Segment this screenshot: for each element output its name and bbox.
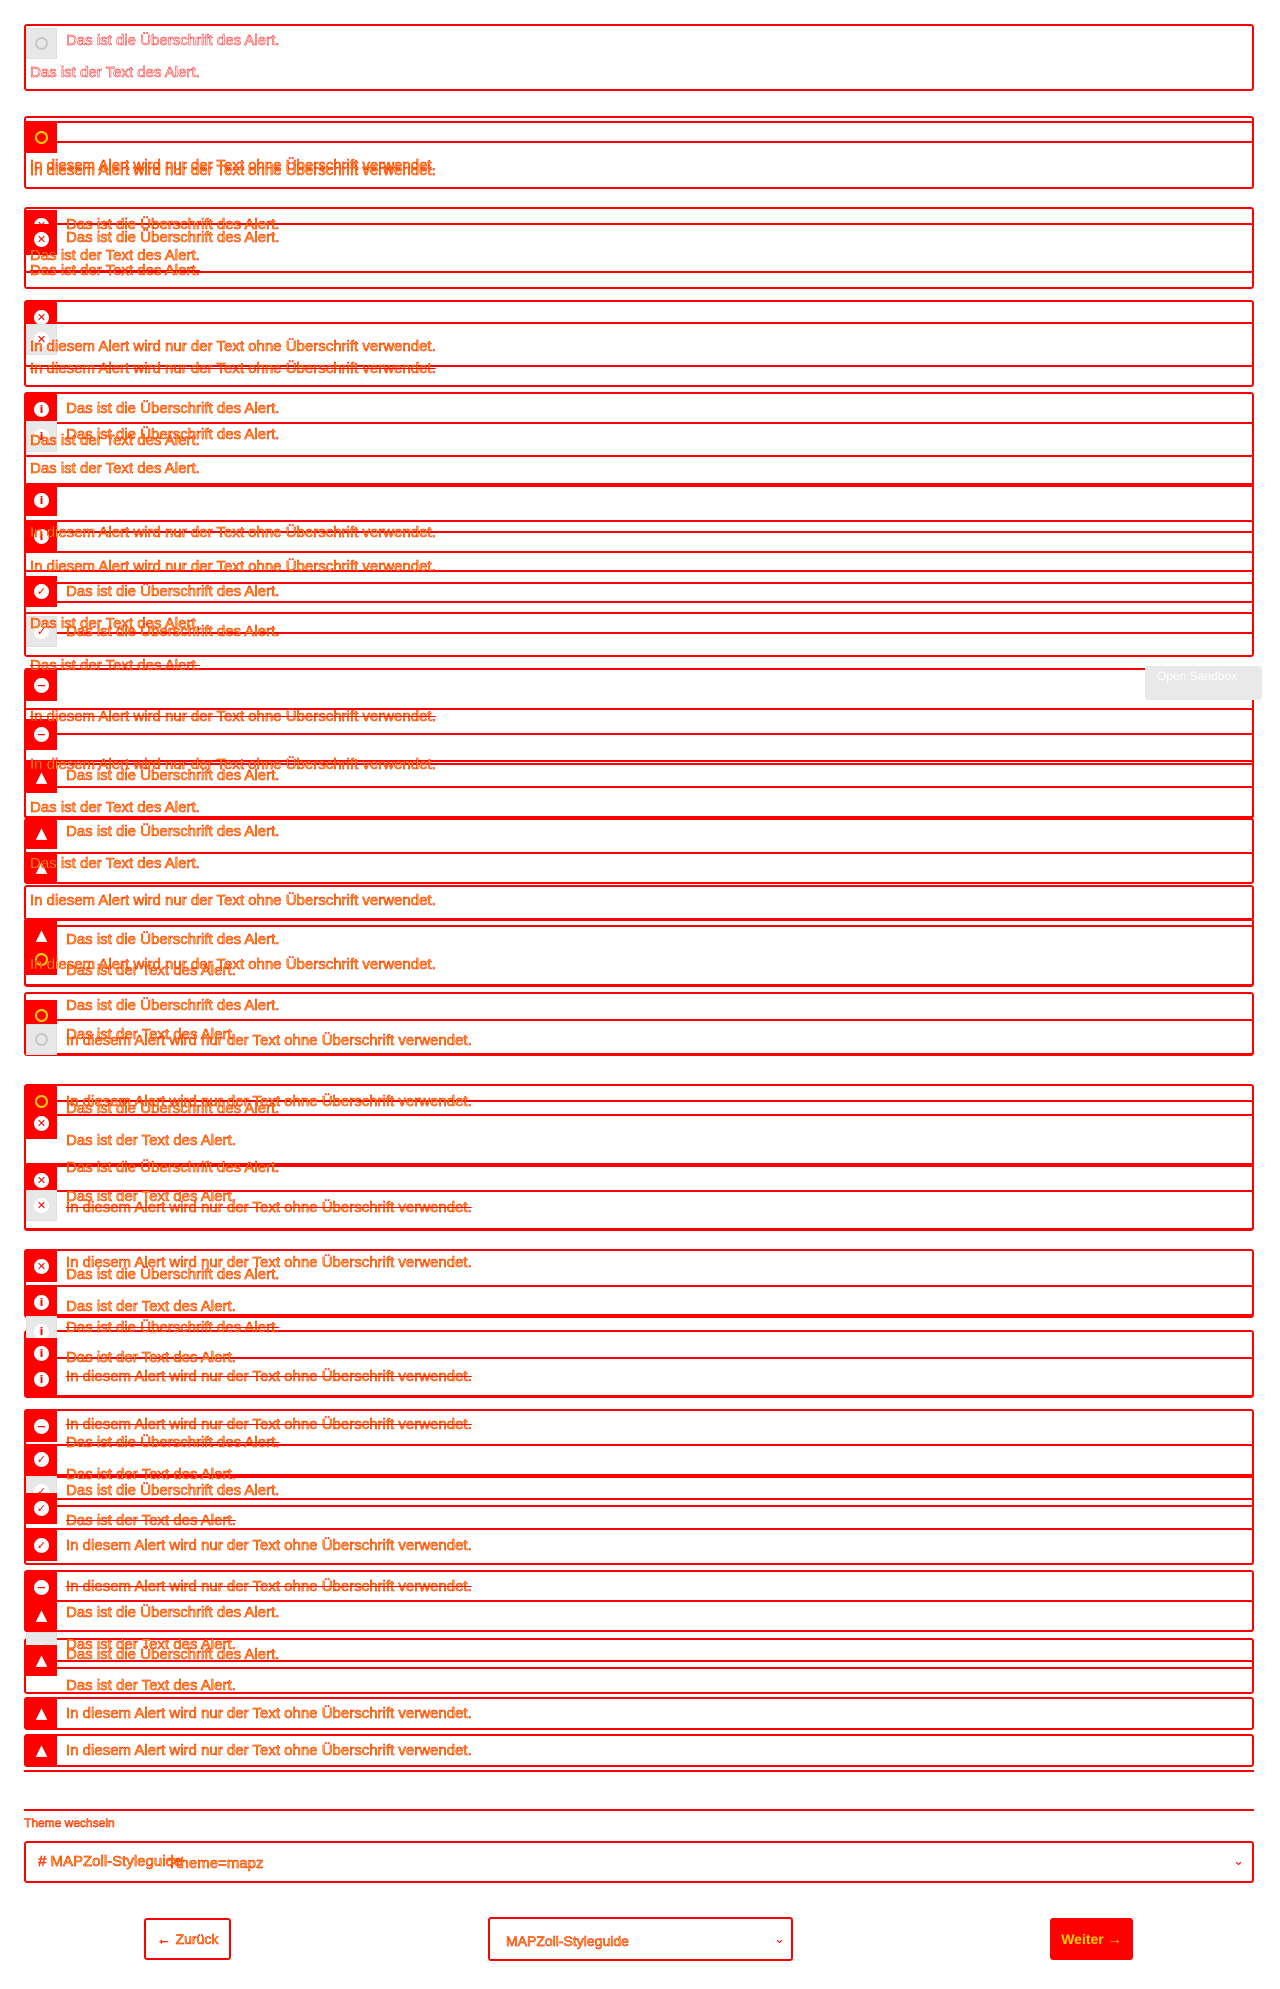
alert-heading: Das ist die Überschrift des Alert. bbox=[66, 400, 280, 418]
info-circle-icon: i bbox=[26, 1364, 57, 1395]
divider bbox=[24, 1809, 1254, 1811]
close-circle-icon: ✕ bbox=[26, 1251, 57, 1282]
alert-text: Das ist der Text des Alert. bbox=[30, 855, 200, 873]
warning-triangle-icon: ▲ bbox=[26, 1735, 57, 1766]
alert-heading: Das ist die Überschrift des Alert. bbox=[66, 1604, 280, 1622]
alert-heading: Das ist die Überschrift des Alert. bbox=[66, 1482, 280, 1500]
warning-triangle-icon: ▲ bbox=[26, 1645, 57, 1676]
theme-select-value: # MAPZoll-Styleguide bbox=[38, 1853, 183, 1871]
info-circle-icon: i bbox=[26, 485, 57, 516]
theme-label: Theme wechseln bbox=[24, 1816, 115, 1831]
alert-text: Das ist der Text des Alert. bbox=[66, 1349, 236, 1367]
theme-select[interactable]: # MAPZoll-Styleguide ?theme=mapz ⌄ bbox=[24, 1841, 1254, 1883]
checkmark-circle-icon: ✓ bbox=[26, 1530, 57, 1561]
alert-text: In diesem Alert wird nur der Text ohne Ü… bbox=[30, 892, 436, 910]
back-button-label: Zurück bbox=[175, 1931, 219, 1948]
alert-heading: Das ist die Überschrift des Alert. bbox=[66, 1100, 280, 1118]
alert-heading: Das ist die Überschrift des Alert. bbox=[66, 931, 280, 949]
alert-text: In diesem Alert wird nur der Text ohne Ü… bbox=[30, 708, 436, 726]
alert-heading: Das ist die Überschrift des Alert. bbox=[66, 1319, 280, 1337]
next-button-label: Weiter bbox=[1061, 1931, 1104, 1947]
alert-text: Das ist der Text des Alert. bbox=[30, 262, 200, 280]
checkmark-circle-icon: ✓ bbox=[26, 576, 57, 607]
alert-heading: Das ist die Überschrift des Alert. bbox=[66, 767, 280, 785]
arrow-left-icon: ← bbox=[156, 1931, 171, 1948]
alert-box bbox=[24, 852, 1254, 884]
alert-heading: Das ist die Überschrift des Alert. bbox=[66, 32, 280, 49]
alert-text: In diesem Alert wird nur der Text ohne Ü… bbox=[66, 1199, 472, 1217]
alert-text: In diesem Alert wird nur der Text ohne Ü… bbox=[30, 162, 436, 180]
alert-text: Das ist der Text des Alert. bbox=[30, 657, 200, 675]
speech-bubble-icon bbox=[26, 1024, 57, 1055]
arrow-right-icon: → bbox=[1107, 1931, 1122, 1947]
speech-bubble-icon bbox=[26, 28, 57, 59]
minus-circle-icon: − bbox=[26, 1411, 57, 1442]
next-button[interactable]: Weiter → bbox=[1050, 1918, 1133, 1960]
alert-text: In diesem Alert wird nur der Text ohne Ü… bbox=[66, 1742, 472, 1760]
alert-heading: Das ist die Überschrift des Alert. bbox=[66, 623, 280, 641]
alert-heading: Das ist die Überschrift des Alert. bbox=[66, 997, 280, 1015]
checkmark-circle-icon: ✓ bbox=[26, 1444, 57, 1475]
checkmark-circle-icon: ✓ bbox=[26, 1493, 57, 1524]
warning-triangle-icon: ▲ bbox=[26, 818, 57, 849]
alert-text: In diesem Alert wird nur der Text ohne Ü… bbox=[30, 360, 436, 378]
alert-text: Das ist der Text des Alert. bbox=[30, 64, 200, 81]
alert-text: In diesem Alert wird nur der Text ohne Ü… bbox=[66, 1368, 472, 1386]
minus-circle-icon: − bbox=[26, 1572, 57, 1603]
alert-heading: Das ist die Überschrift des Alert. bbox=[66, 1646, 280, 1664]
alert-text: Das ist der Text des Alert. bbox=[66, 1298, 236, 1316]
open-sandbox-button[interactable]: Open Sandbox bbox=[1145, 666, 1262, 700]
warning-triangle-icon: ▲ bbox=[26, 1600, 57, 1631]
alert-box bbox=[24, 786, 1254, 818]
alert-text: In diesem Alert wird nur der Text ohne Ü… bbox=[66, 1537, 472, 1555]
alert-text: Das ist der Text des Alert. bbox=[30, 799, 200, 817]
chevron-down-icon: ⌄ bbox=[1233, 1854, 1244, 1869]
alert-text: In diesem Alert wird nur der Text ohne Ü… bbox=[66, 1032, 472, 1050]
alert-text: Das ist der Text des Alert. bbox=[30, 460, 200, 478]
back-button[interactable]: ← Zurück bbox=[144, 1918, 231, 1960]
divider bbox=[24, 1770, 1254, 1772]
alert-text: In diesem Alert wird nur der Text ohne Ü… bbox=[66, 1705, 472, 1723]
speech-bubble-icon bbox=[26, 122, 57, 153]
alert-box bbox=[24, 121, 1254, 143]
alert-heading: Das ist die Überschrift des Alert. bbox=[66, 583, 280, 601]
info-circle-icon: i bbox=[26, 1287, 57, 1318]
styleguide-alerts-page: ✕ ✕ ✕ ✕ i i i i ✓ ✓ − − ▲ ▲ ▲ ▲ ✕ ✕ ✕ ✕ … bbox=[0, 0, 1280, 1989]
alert-text: Das ist der Text des Alert. bbox=[66, 1677, 236, 1695]
page-select-value: MAPZoll-Styleguide bbox=[506, 1933, 629, 1950]
close-circle-icon: ✕ bbox=[26, 1108, 57, 1139]
page-select[interactable]: MAPZoll-Styleguide ⌄ bbox=[488, 1917, 793, 1961]
alert-heading: Das ist die Überschrift des Alert. bbox=[66, 1434, 280, 1452]
alert-text: Das ist der Text des Alert. bbox=[30, 432, 200, 450]
alert-text: Das ist der Text des Alert. bbox=[66, 962, 236, 980]
alert-heading: Das ist die Überschrift des Alert. bbox=[66, 823, 280, 841]
chevron-down-icon: ⌄ bbox=[774, 1932, 785, 1947]
close-circle-icon: ✕ bbox=[26, 1190, 57, 1221]
alert-text: In diesem Alert wird nur der Text ohne Ü… bbox=[30, 338, 436, 356]
alert-text: In diesem Alert wird nur der Text ohne Ü… bbox=[30, 558, 436, 576]
alert-text: Das ist der Text des Alert. bbox=[66, 1512, 236, 1530]
alert-text: Das ist der Text des Alert. bbox=[66, 1132, 236, 1150]
alert-heading: Das ist die Überschrift des Alert. bbox=[66, 229, 280, 247]
alert-text: In diesem Alert wird nur der Text ohne Ü… bbox=[30, 524, 436, 542]
alert-text: In diesem Alert wird nur der Text ohne Ü… bbox=[66, 1578, 472, 1596]
warning-triangle-icon: ▲ bbox=[26, 1698, 57, 1729]
alert-text: In diesem Alert wird nur der Text ohne Ü… bbox=[66, 1416, 472, 1434]
theme-select-value: ?theme=mapz bbox=[168, 1855, 264, 1873]
alert-heading: Das ist die Überschrift des Alert. bbox=[66, 1159, 280, 1177]
alert-heading: Das ist die Überschrift des Alert. bbox=[66, 1266, 280, 1284]
